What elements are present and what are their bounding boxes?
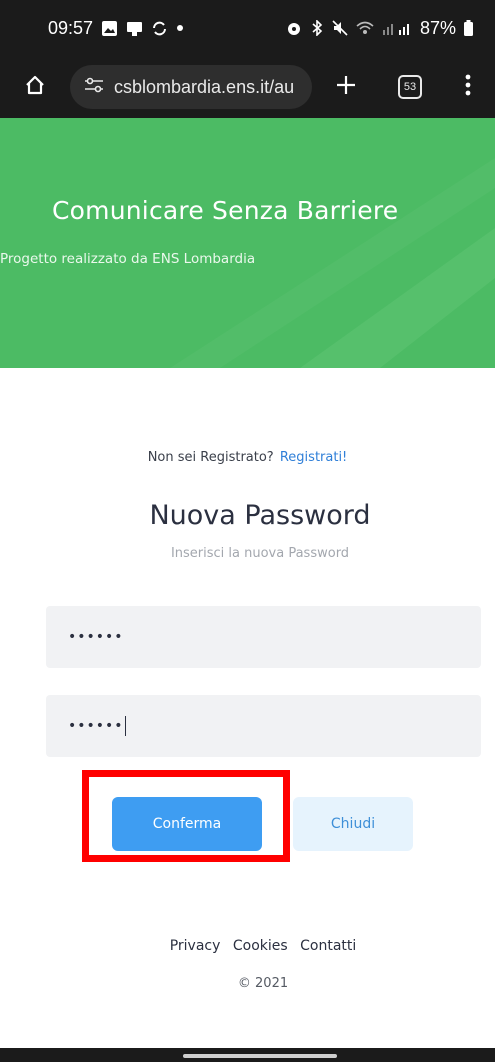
status-right: 87% [286,18,473,39]
footer-link-privacy[interactable]: Privacy [170,938,221,954]
close-button[interactable]: Chiudi [293,797,413,851]
confirm-button[interactable]: Conferma [112,797,262,851]
new-password-input[interactable]: •••••• [46,606,481,668]
footer-links: Privacy Cookies Contatti [0,938,495,954]
wifi-icon [356,20,374,36]
signal-icon [382,20,412,36]
text-caret [124,716,126,736]
gallery-icon [101,20,118,37]
dot-icon [176,24,184,32]
browser-menu-button[interactable] [440,56,495,118]
hero-title: Comunicare Senza Barriere [52,196,399,225]
plus-icon [335,74,357,100]
hero-decoration [170,158,495,368]
battery-text: 87% [419,17,456,38]
hero-banner: Comunicare Senza Barriere Progetto reali… [0,118,495,368]
tab-switcher-button[interactable]: 53 [380,56,440,118]
new-tab-button[interactable] [312,56,380,118]
hero-subtitle: Progetto realizzato da ENS Lombardia [0,251,256,267]
alarm-icon [286,20,302,36]
more-vert-icon [465,74,471,100]
confirm-password-value: •••••• [68,718,124,734]
page-title: Nuova Password [149,500,371,531]
browser-toolbar: csblombardia.ens.it/au 53 [0,56,495,118]
mute-icon [332,20,348,36]
confirm-password-input[interactable]: •••••• [46,695,481,757]
site-settings-icon[interactable] [84,77,104,97]
url-bar[interactable]: csblombardia.ens.it/au [70,65,312,109]
battery-icon [464,20,473,36]
home-gesture-handle[interactable] [183,1054,337,1058]
system-nav-bar [0,1048,495,1062]
home-button[interactable] [0,56,70,118]
tab-count: 53 [398,75,422,99]
footer-link-contatti[interactable]: Contatti [300,938,356,954]
status-bar: 09:57 87% [0,0,495,56]
bluetooth-icon [310,20,324,36]
register-link[interactable]: Registrati! [280,450,347,465]
new-password-value: •••••• [68,629,124,645]
status-time: 09:57 [48,17,94,38]
footer-link-cookies[interactable]: Cookies [233,938,288,954]
home-icon [24,74,46,100]
copyright: © 2021 [237,976,289,991]
sync-icon [151,20,168,37]
url-text: csblombardia.ens.it/au [114,76,295,97]
register-prompt: Non sei Registrato? Registrati! [0,450,495,465]
screen-icon [126,20,143,37]
register-question: Non sei Registrato? [147,450,274,465]
status-left: 09:57 [48,18,184,39]
page-subtitle: Inserisci la nuova Password [170,546,350,561]
